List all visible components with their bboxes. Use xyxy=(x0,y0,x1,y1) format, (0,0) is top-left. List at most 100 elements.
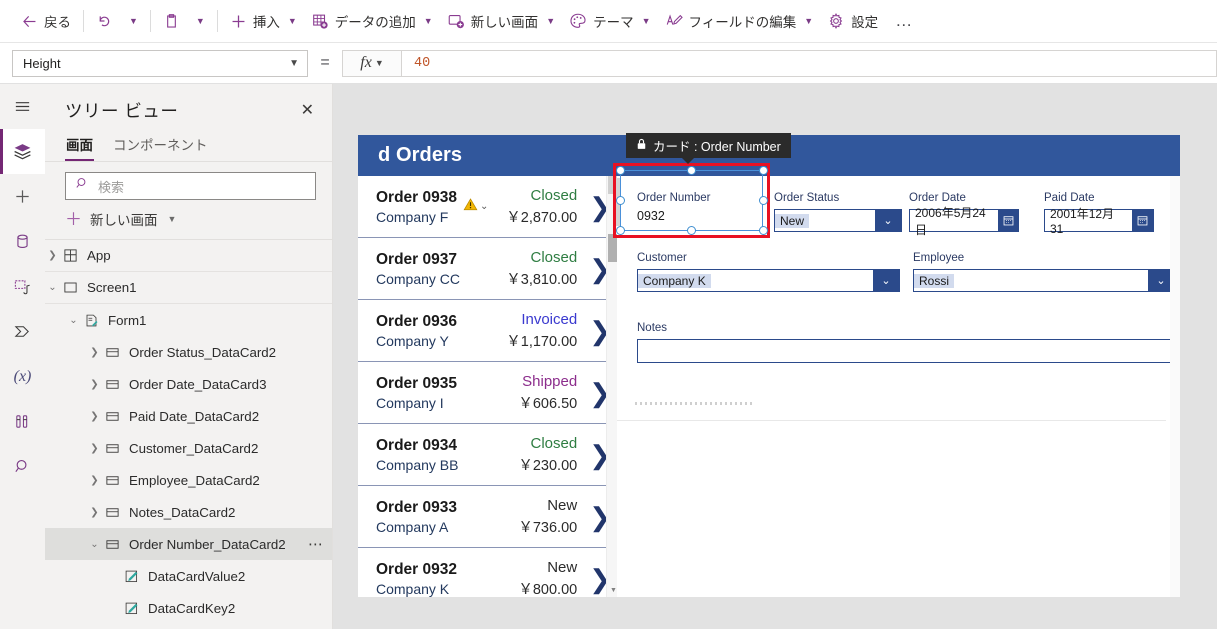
scroll-down-arrow-icon[interactable]: ▼ xyxy=(610,587,617,594)
tooltip-text: カード : Order Number xyxy=(653,140,781,154)
resize-handle-ne[interactable] xyxy=(759,166,768,175)
chevron-right-icon[interactable]: ❯ xyxy=(87,347,102,358)
chevron-down-icon[interactable]: ⌄ xyxy=(480,201,488,212)
employee-card[interactable]: Employee Rossi ⌄ xyxy=(913,252,1175,292)
notes-input[interactable] xyxy=(637,339,1175,363)
paid-date-input[interactable]: 2001年12月31 xyxy=(1044,207,1154,236)
form-scrollbar[interactable] xyxy=(1170,176,1180,597)
chevron-down-icon[interactable]: ⌄ xyxy=(45,282,60,293)
paid-date-label: Paid Date xyxy=(1044,192,1095,204)
gallery-item[interactable]: Order 0936 Company Y Invoiced ￥1,170.00 … xyxy=(358,300,617,362)
add-data-button[interactable]: データの追加 ▼ xyxy=(304,5,440,37)
customer-card[interactable]: Customer Company K ⌄ xyxy=(637,252,900,292)
resize-handle-se[interactable] xyxy=(759,226,768,235)
resize-handle-sw[interactable] xyxy=(616,226,625,235)
chevron-right-icon[interactable]: ❯ xyxy=(87,443,102,454)
company-name: Company BB xyxy=(376,456,459,473)
chevron-right-icon[interactable]: ❯ xyxy=(87,379,102,390)
formula-input[interactable]: 40 xyxy=(402,49,1217,77)
new-screen-button[interactable]: 新しい画面 ▼ xyxy=(440,5,562,37)
order-date-card[interactable]: Order Date 2006年5月24日 xyxy=(909,192,1019,237)
chevron-down-icon: ▼ xyxy=(167,213,177,224)
chevron-right-icon[interactable]: ❯ xyxy=(87,411,102,422)
tree-node-datacardvalue2[interactable]: DataCardValue2 xyxy=(45,560,332,592)
tree-node-notes-datacard2[interactable]: ❯ Notes_DataCard2 xyxy=(45,496,332,528)
sidebar-item-advanced-tools[interactable] xyxy=(0,399,45,444)
chevron-down-icon[interactable]: ⌄ xyxy=(66,315,81,326)
gallery-item[interactable]: Order 0932 Company K New ￥800.00 ❯ xyxy=(358,548,617,598)
chevron-right-icon[interactable]: ❯ xyxy=(87,475,102,486)
gallery-item[interactable]: Order 0938 Company F ⌄ Closed ￥2,870.00 xyxy=(358,176,617,238)
hamburger-menu-icon[interactable] xyxy=(0,84,45,129)
node-context-menu-button[interactable]: ⋯ xyxy=(308,535,324,553)
edit-fields-button[interactable]: フィールドの編集 ▼ xyxy=(658,5,821,37)
sidebar-item-tree-view[interactable] xyxy=(0,129,45,174)
resize-handle-e[interactable] xyxy=(759,196,768,205)
resize-handle-nw[interactable] xyxy=(616,166,625,175)
resize-handle-n[interactable] xyxy=(687,166,696,175)
tree-node-datacardkey2[interactable]: DataCardKey2 xyxy=(45,592,332,624)
sidebar-item-search[interactable] xyxy=(0,444,45,489)
warning-badge[interactable]: ⌄ xyxy=(463,197,488,217)
sidebar-item-variables[interactable]: (x) xyxy=(0,354,45,399)
undo-dropdown[interactable]: ▼ xyxy=(120,5,145,37)
sidebar-item-power-automate[interactable] xyxy=(0,309,45,354)
paste-dropdown[interactable]: ▼ xyxy=(187,5,212,37)
paste-button[interactable] xyxy=(156,5,187,37)
tree-node-screen1[interactable]: ⌄ Screen1 xyxy=(45,272,332,304)
notes-card[interactable]: Notes xyxy=(637,322,1175,363)
orders-gallery[interactable]: Order 0938 Company F ⌄ Closed ￥2,870.00 xyxy=(358,176,617,597)
property-selector[interactable]: Height ▼ xyxy=(12,49,308,77)
tree-node-app[interactable]: ❯ App xyxy=(45,240,332,272)
calendar-icon[interactable] xyxy=(1132,210,1153,231)
gallery-item[interactable]: Order 0935 Company I Shipped ￥606.50 ❯ xyxy=(358,362,617,424)
resize-handle-s[interactable] xyxy=(687,226,696,235)
order-edit-form[interactable]: Order Number 0932 Order Status New ⌄ Ord… xyxy=(617,176,1180,597)
more-commands-button[interactable]: … xyxy=(885,5,923,37)
order-status-card[interactable]: Order Status New ⌄ xyxy=(774,192,902,232)
gallery-item[interactable]: Order 0933 Company A New ￥736.00 ❯ xyxy=(358,486,617,548)
tree-node-employee-datacard2[interactable]: ❯ Employee_DataCard2 xyxy=(45,464,332,496)
insert-button[interactable]: 挿入 ▼ xyxy=(223,5,304,37)
tree-node-label3[interactable]: Label3 xyxy=(45,624,332,629)
tree-node-paid-date-datacard2[interactable]: ❯ Paid Date_DataCard2 xyxy=(45,400,332,432)
sidebar-item-insert[interactable] xyxy=(0,174,45,219)
tree-node-order-number-datacard2[interactable]: ⌄ Order Number_DataCard2 ⋯ xyxy=(45,528,332,560)
tab-screens[interactable]: 画面 xyxy=(65,131,94,161)
new-screen-button[interactable]: ＋ 新しい画面 ▼ xyxy=(45,200,332,240)
close-icon[interactable]: ✕ xyxy=(297,101,318,121)
chevron-down-icon[interactable]: ⌄ xyxy=(873,270,899,291)
employee-dropdown[interactable]: Rossi ⌄ xyxy=(913,269,1175,292)
back-button[interactable]: 戻る xyxy=(14,5,78,37)
gallery-item[interactable]: Order 0937 Company CC Closed ￥3,810.00 ❯ xyxy=(358,238,617,300)
app-canvas[interactable]: d Orders Order 0938 Company F ⌄ Closed ￥… xyxy=(333,84,1217,629)
sidebar-item-data[interactable] xyxy=(0,219,45,264)
tree-node-order-date-datacard3[interactable]: ❯ Order Date_DataCard3 xyxy=(45,368,332,400)
search-input[interactable]: 検索 xyxy=(65,172,316,200)
chevron-down-icon[interactable]: ⌄ xyxy=(87,539,102,550)
resize-handle-w[interactable] xyxy=(616,196,625,205)
theme-button[interactable]: テーマ ▼ xyxy=(562,5,657,37)
app-screen-preview[interactable]: d Orders Order 0938 Company F ⌄ Closed ￥… xyxy=(358,135,1180,597)
tree-node-form1[interactable]: ⌄ Form1 xyxy=(45,304,332,336)
order-status-dropdown[interactable]: New ⌄ xyxy=(774,209,902,232)
gallery-item[interactable]: Order 0934 Company BB Closed ￥230.00 ❯ xyxy=(358,424,617,486)
paid-date-card[interactable]: Paid Date 2001年12月31 xyxy=(1044,192,1154,236)
undo-button[interactable] xyxy=(89,5,120,37)
tree-node-order-status-datacard2[interactable]: ❯ Order Status_DataCard2 xyxy=(45,336,332,368)
chevron-right-icon[interactable]: ❯ xyxy=(87,507,102,518)
chevron-down-icon[interactable]: ⌄ xyxy=(875,210,901,231)
gallery-scrollbar[interactable]: ▼ xyxy=(606,176,617,597)
gallery-scrollbar-thumb[interactable] xyxy=(608,234,617,262)
settings-button[interactable]: 設定 xyxy=(820,5,885,37)
sidebar-item-media[interactable] xyxy=(0,264,45,309)
order-number-card[interactable]: Order Number 0932 xyxy=(637,192,767,223)
order-date-input[interactable]: 2006年5月24日 xyxy=(909,206,1019,237)
calendar-icon[interactable] xyxy=(998,210,1018,231)
tab-components[interactable]: コンポーネント xyxy=(112,131,209,161)
fx-toggle-button[interactable]: fx ▼ xyxy=(342,49,402,77)
chevron-right-icon[interactable]: ❯ xyxy=(45,250,60,261)
tree-node-customer-datacard2[interactable]: ❯ Customer_DataCard2 xyxy=(45,432,332,464)
data-cylinder-icon xyxy=(13,232,32,251)
customer-dropdown[interactable]: Company K ⌄ xyxy=(637,269,900,292)
